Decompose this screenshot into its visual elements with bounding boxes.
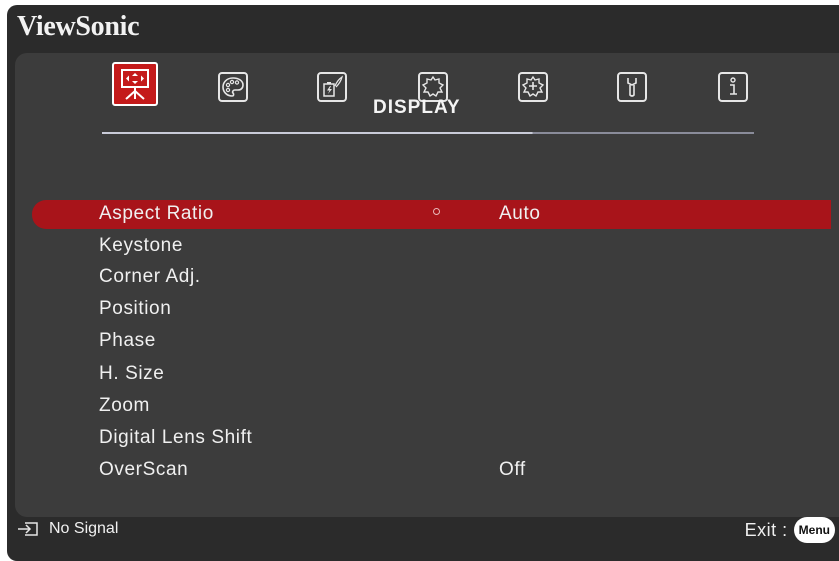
signal-status-text: No Signal: [49, 520, 119, 537]
menu-item-keystone[interactable]: Keystone: [32, 232, 831, 261]
menu-item-zoom[interactable]: Zoom: [32, 392, 831, 421]
menu-item-label: Corner Adj.: [99, 266, 201, 287]
tab-system-icon[interactable]: [617, 72, 647, 102]
tab-display-icon[interactable]: [112, 62, 158, 106]
menu-item-value: Off: [499, 459, 526, 480]
menu-item-label: OverScan: [99, 459, 189, 480]
tab-color-icon[interactable]: [218, 72, 248, 102]
brand-logo: ViewSonic: [17, 11, 140, 42]
tab-advanced-settings-icon[interactable]: [518, 72, 548, 102]
menu-item-label: Position: [99, 298, 172, 319]
menu-item-label: Zoom: [99, 395, 150, 416]
menu-item-label: Digital Lens Shift: [99, 427, 253, 448]
tab-title: DISPLAY: [373, 97, 461, 118]
power-management-icon: [323, 75, 344, 97]
projector-osd: ViewSonic DISPLAY Aspect Ratio Auto Keys…: [7, 5, 839, 561]
advanced-settings-gear-icon: [521, 75, 545, 98]
tab-information-icon[interactable]: [718, 72, 748, 102]
menu-item-aspect-ratio[interactable]: Aspect Ratio Auto: [32, 200, 831, 229]
menu-item-overscan[interactable]: OverScan Off: [32, 456, 831, 485]
menu-item-label: H. Size: [99, 363, 165, 384]
menu-item-value: Auto: [499, 203, 541, 224]
palette-icon: [222, 77, 244, 97]
menu-key-button[interactable]: Menu: [793, 517, 835, 543]
menu-item-phase[interactable]: Phase: [32, 327, 831, 356]
input-source-icon: [18, 522, 38, 536]
menu-item-position[interactable]: Position: [32, 295, 831, 324]
exit-label: Exit :: [744, 519, 788, 540]
signal-status: No Signal: [17, 520, 118, 538]
tab-power-management-icon[interactable]: [317, 72, 347, 102]
menu-item-h-size[interactable]: H. Size: [32, 360, 831, 389]
information-icon: [730, 77, 737, 95]
menu-item-digital-lens-shift[interactable]: Digital Lens Shift: [32, 424, 831, 453]
menu-item-corner-adj[interactable]: Corner Adj.: [32, 263, 831, 292]
tab-underline: [102, 132, 754, 134]
wrench-icon: [627, 78, 637, 97]
basic-settings-gear-icon: [421, 75, 445, 98]
exit-hint: Exit : Menu: [745, 517, 835, 543]
display-icon: [121, 69, 149, 100]
menu-item-label: Phase: [99, 330, 156, 351]
menu-item-label: Aspect Ratio: [99, 203, 214, 224]
selector-dot-icon: [433, 208, 440, 215]
menu-item-label: Keystone: [99, 235, 184, 256]
